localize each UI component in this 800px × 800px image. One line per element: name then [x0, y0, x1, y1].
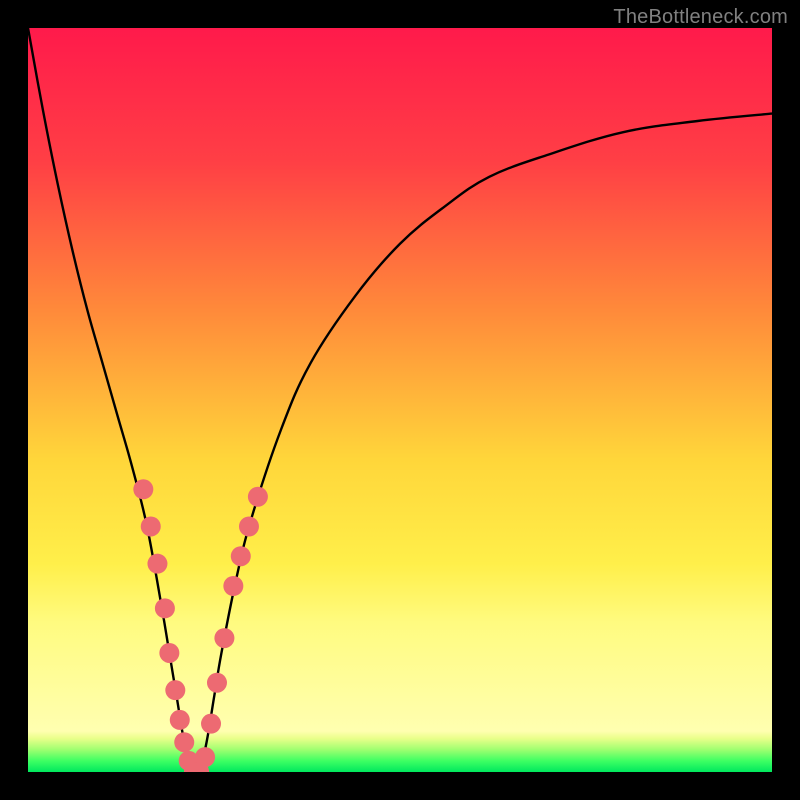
data-marker: [133, 479, 153, 499]
plot-area: [28, 28, 772, 772]
bottleneck-chart: [28, 28, 772, 772]
data-marker: [231, 546, 251, 566]
chart-frame: TheBottleneck.com: [0, 0, 800, 800]
data-marker: [239, 516, 259, 536]
data-marker: [165, 680, 185, 700]
data-marker: [195, 747, 215, 767]
data-marker: [201, 714, 221, 734]
gradient-background: [28, 28, 772, 772]
data-marker: [155, 598, 175, 618]
data-marker: [141, 516, 161, 536]
data-marker: [147, 554, 167, 574]
data-marker: [170, 710, 190, 730]
data-marker: [223, 576, 243, 596]
watermark-text: TheBottleneck.com: [613, 6, 788, 29]
data-marker: [159, 643, 179, 663]
data-marker: [174, 732, 194, 752]
data-marker: [214, 628, 234, 648]
data-marker: [248, 487, 268, 507]
data-marker: [207, 673, 227, 693]
